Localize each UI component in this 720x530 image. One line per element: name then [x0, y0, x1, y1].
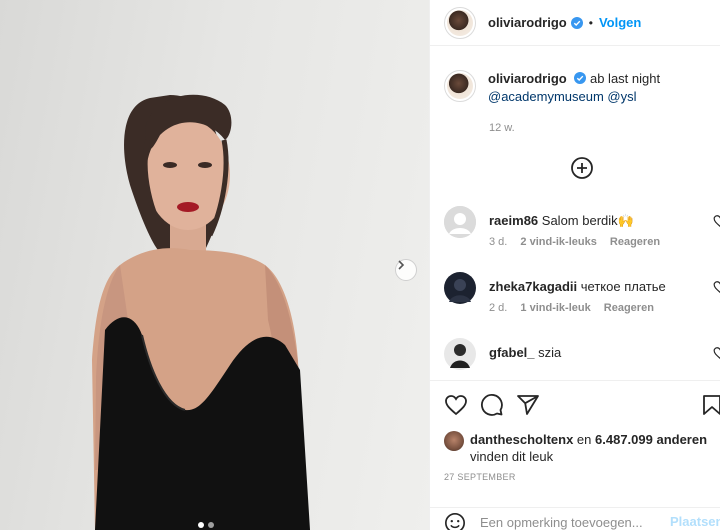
post-age: 12 w. [489, 122, 515, 134]
comment-likes[interactable]: 1 vind-ik-leuk [520, 302, 590, 314]
commenter-avatar[interactable] [444, 206, 476, 238]
caption-avatar[interactable] [444, 70, 476, 102]
verified-badge-icon [570, 16, 583, 29]
likes-count[interactable]: 6.487.099 anderen [595, 432, 707, 447]
caption-mentions[interactable]: @academymuseum @ysl [488, 89, 637, 104]
comment-text: четкое платье [580, 279, 666, 294]
share-paper-plane-icon[interactable] [516, 393, 540, 417]
comment-bubble-icon[interactable] [480, 393, 504, 417]
comment-item: zheka7kagadii четкое платье 2 d. 1 vind-… [444, 272, 720, 322]
commenter-username[interactable]: zheka7kagadii [489, 279, 577, 294]
post-date: 27 SEPTEMBER [444, 472, 516, 482]
carousel-dot [208, 522, 214, 528]
comment-text: szia [538, 345, 562, 360]
avatar-image [444, 272, 476, 304]
commenter-avatar[interactable] [444, 272, 476, 304]
commenter-username[interactable]: gfabel_ [489, 345, 535, 360]
verified-badge-icon [574, 72, 587, 84]
emoji-icon[interactable] [444, 512, 466, 530]
commenter-avatar[interactable] [444, 338, 476, 370]
like-heart-icon[interactable] [444, 393, 468, 417]
post-sidebar: oliviarodrigo • Volgen oliviarodrigo ab … [429, 0, 720, 530]
post-comment-button[interactable]: Plaatsen [670, 514, 720, 529]
comment-item: raeim86 Salom berdik🙌 3 d. 2 vind-ik-leu… [444, 206, 720, 256]
save-bookmark-icon[interactable] [700, 393, 720, 417]
author-avatar[interactable] [444, 6, 476, 39]
likes-summary: danthescholtenx en 6.487.099 anderen vin… [444, 431, 707, 465]
plus-circle-icon[interactable] [570, 156, 594, 180]
comment-text: Salom berdik🙌 [541, 213, 634, 228]
comment-age: 3 d. [489, 236, 508, 248]
liker-avatar[interactable] [444, 431, 464, 451]
reply-button[interactable]: Reageren [604, 302, 654, 314]
carousel-dot-active [198, 522, 204, 528]
heart-icon[interactable] [713, 214, 720, 228]
comment-likes[interactable]: 2 vind-ik-leuks [520, 236, 596, 248]
author-username[interactable]: oliviarodrigo [488, 15, 567, 30]
separator-dot: • [588, 15, 593, 30]
post-photo[interactable] [0, 0, 429, 530]
next-photo-button[interactable] [395, 259, 417, 281]
post-header: oliviarodrigo • Volgen [430, 0, 720, 46]
post-actions: danthescholtenx en 6.487.099 anderen vin… [430, 380, 720, 530]
reply-button[interactable]: Reageren [610, 236, 660, 248]
post-caption: oliviarodrigo ab last night @academymuse… [444, 70, 714, 106]
liker-username[interactable]: danthescholtenx [470, 432, 573, 447]
chevron-right-icon [398, 260, 405, 270]
carousel-dots [198, 522, 214, 528]
likes-suffix: vinden dit leuk [470, 449, 554, 464]
default-avatar-icon [444, 206, 476, 238]
follow-button[interactable]: Volgen [599, 15, 641, 30]
likes-connector: en [576, 432, 592, 447]
avatar-image [444, 338, 476, 370]
caption-username[interactable]: oliviarodrigo [488, 71, 567, 86]
comment-age: 2 d. [489, 302, 508, 314]
heart-icon[interactable] [713, 346, 720, 360]
comment-input[interactable] [480, 512, 660, 530]
caption-text: ab last night [589, 71, 661, 86]
add-comment-bar: Plaatsen [430, 507, 720, 530]
commenter-username[interactable]: raeim86 [489, 213, 538, 228]
photo-illustration [92, 94, 310, 530]
heart-icon[interactable] [713, 280, 720, 294]
